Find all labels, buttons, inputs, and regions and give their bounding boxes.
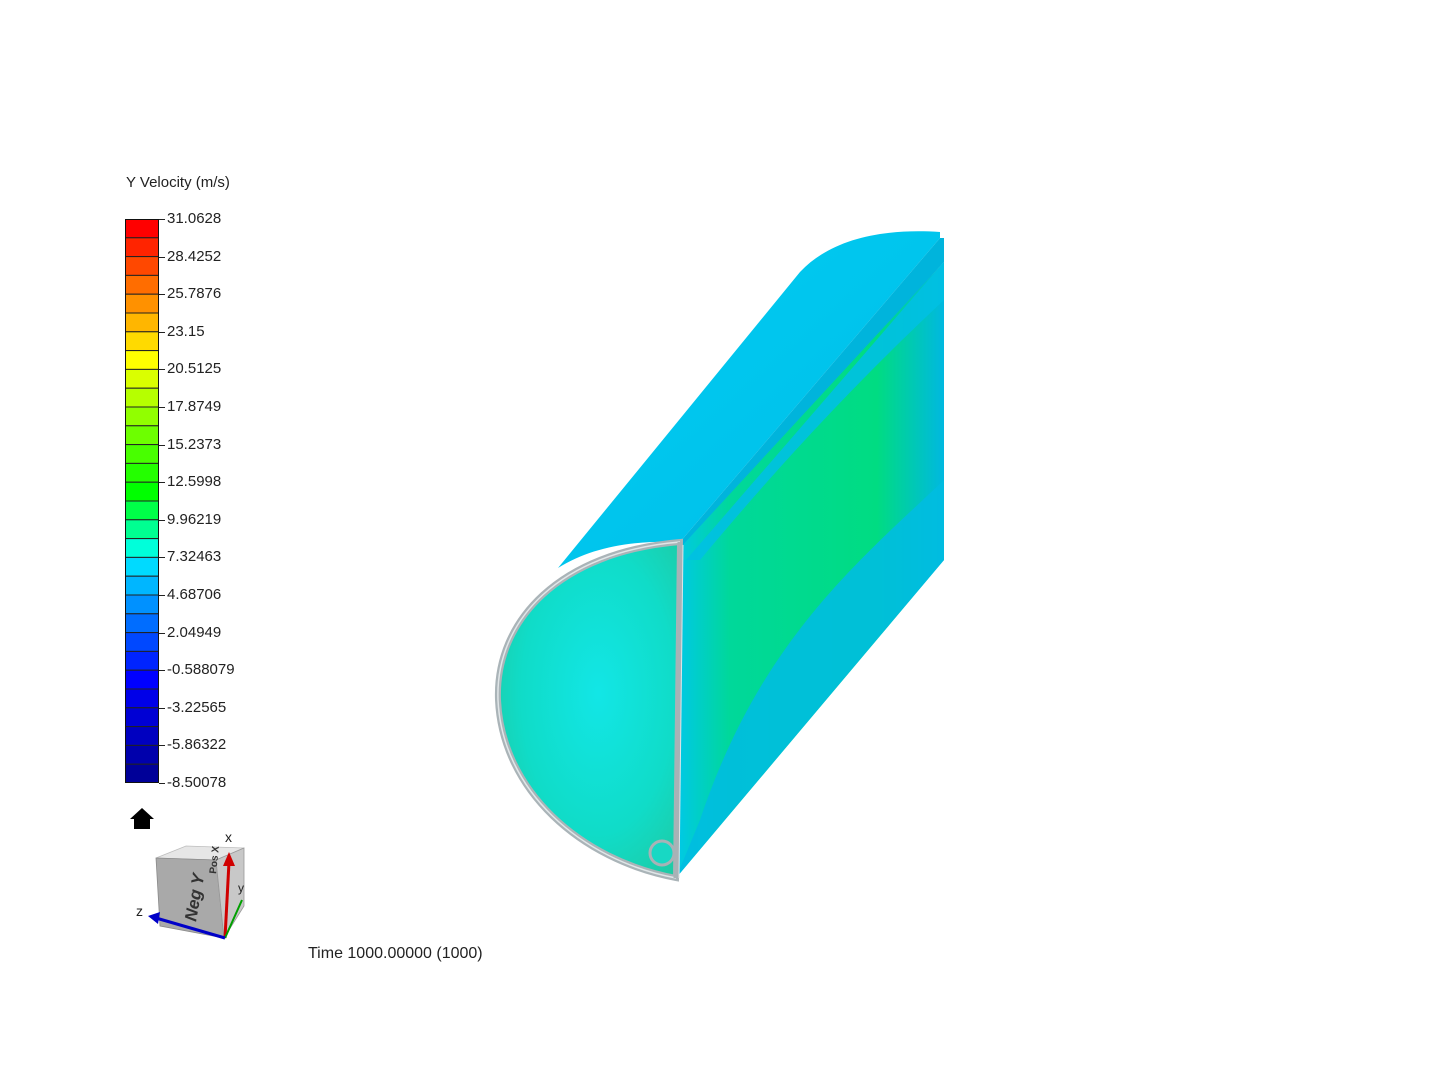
3d-viewport[interactable]: Y Velocity (m/s) 31.0628 28.4252 25.7876 23… xyxy=(0,0,1440,1080)
legend-tick-label: 31.0628 xyxy=(167,210,222,227)
legend-tick-label: -3.22565 xyxy=(167,698,227,716)
legend-tick-mark xyxy=(159,557,165,558)
legend-tick-mark xyxy=(159,520,165,521)
legend-color-band xyxy=(125,350,159,370)
cut-face xyxy=(494,538,684,882)
legend-color-band xyxy=(125,312,159,333)
legend-tick-mark xyxy=(159,708,165,709)
legend-tick-mark xyxy=(159,407,165,408)
legend-color-band xyxy=(125,219,159,239)
legend-color-band xyxy=(125,519,159,540)
legend-tick-label: 25.7876 xyxy=(167,285,222,303)
legend-tick-label: 12.5998 xyxy=(167,473,222,491)
legend-color-band xyxy=(125,613,159,634)
legend-color-band xyxy=(125,575,159,596)
legend-tick-label: 23.15 xyxy=(167,322,205,340)
legend-color-band xyxy=(125,744,159,765)
legend-tick-mark xyxy=(159,482,165,483)
pipe-inlet xyxy=(648,839,676,867)
legend-color-band xyxy=(125,650,159,671)
legend-tick-label: 2.04949 xyxy=(167,623,222,641)
legend-tick-label: 9.96219 xyxy=(167,510,222,528)
legend-tick-mark xyxy=(159,332,165,333)
legend-color-band xyxy=(125,726,159,746)
legend-color-band xyxy=(125,387,159,408)
x-axis-label: x xyxy=(225,829,232,845)
legend-color-band xyxy=(125,425,159,446)
legend-color-band xyxy=(125,538,159,558)
color-legend-bar xyxy=(125,219,159,783)
legend-color-band xyxy=(125,331,159,352)
legend-tick-mark xyxy=(159,445,165,446)
legend-color-band xyxy=(125,462,159,483)
legend-tick-mark xyxy=(159,783,165,784)
legend-tick-label: -0.588079 xyxy=(167,661,235,679)
legend-tick-label: 17.8749 xyxy=(167,398,222,415)
legend-tick-mark xyxy=(159,219,165,220)
z-axis-label: z xyxy=(136,903,143,919)
legend-tick-mark xyxy=(159,670,165,671)
legend-color-band xyxy=(125,594,159,615)
legend-color-band xyxy=(125,707,159,728)
legend-color-band xyxy=(125,763,159,783)
y-axis-label: y xyxy=(238,881,244,895)
half-cylinder-model[interactable] xyxy=(480,220,960,890)
legend-tick-label: 15.2373 xyxy=(167,435,222,453)
legend-color-band xyxy=(125,481,159,502)
legend-tick-mark xyxy=(159,633,165,634)
legend-tick-label: 7.32463 xyxy=(167,548,222,566)
legend-tick-label: -8.50078 xyxy=(167,774,227,791)
legend-color-band xyxy=(125,688,159,709)
legend-tick-label: -5.86322 xyxy=(167,736,227,754)
legend-color-band xyxy=(125,500,159,521)
legend-color-band xyxy=(125,274,159,295)
legend-title: Y Velocity (m/s) xyxy=(126,174,230,191)
orientation-cube[interactable]: Neg Y Pos X x y z xyxy=(130,826,260,946)
legend-tick-mark xyxy=(159,294,165,295)
legend-tick-mark xyxy=(159,595,165,596)
legend-color-band xyxy=(125,669,159,690)
legend-color-band xyxy=(125,293,159,314)
legend-color-band xyxy=(125,444,159,464)
legend-tick-mark xyxy=(159,257,165,258)
legend-color-band xyxy=(125,256,159,276)
legend-tick-mark xyxy=(159,745,165,746)
legend-color-band xyxy=(125,632,159,652)
legend-color-band xyxy=(125,556,159,577)
legend-tick-label: 4.68706 xyxy=(167,586,222,603)
legend-color-band xyxy=(125,406,159,427)
time-label: Time 1000.00000 (1000) xyxy=(308,945,483,962)
legend-color-band xyxy=(125,368,159,389)
legend-tick-label: 28.4252 xyxy=(167,247,222,265)
legend-color-band xyxy=(125,237,159,258)
legend-tick-mark xyxy=(159,369,165,370)
legend-tick-label: 20.5125 xyxy=(167,360,222,378)
